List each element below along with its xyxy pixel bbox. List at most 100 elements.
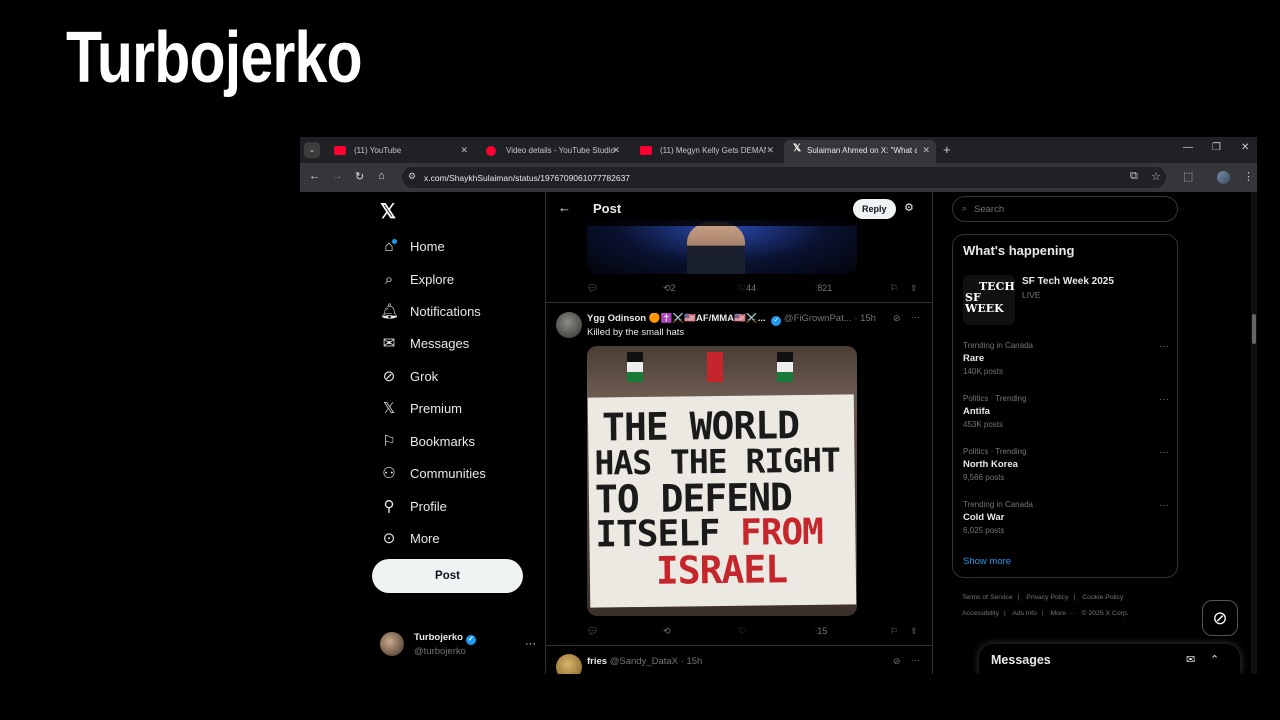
extensions-icon[interactable]: ⬚ <box>1183 170 1193 183</box>
views-icon[interactable]: ⫶ 821 <box>815 283 832 294</box>
search-input[interactable]: ⌕ Search <box>952 196 1178 222</box>
new-tab-icon[interactable]: + <box>943 142 951 157</box>
footer-link-accessibility[interactable]: Accessibility <box>962 610 999 617</box>
window-close-icon[interactable]: ✕ <box>1241 142 1249 153</box>
share-icon[interactable]: ⇪ <box>910 626 918 637</box>
nav-grok[interactable]: ⊘ Grok <box>380 364 438 388</box>
avatar[interactable] <box>556 312 582 338</box>
bookmark-icon[interactable]: ⚐ <box>890 626 898 637</box>
address-bar[interactable]: ⚙ x.com/ShaykhSulaiman/status/1976709061… <box>402 167 1166 188</box>
forward-icon[interactable]: → <box>332 170 343 182</box>
nav-bookmarks[interactable]: ⚐ Bookmarks <box>380 429 475 453</box>
tweet-author-handle[interactable]: @FiGrownPat... <box>784 313 852 324</box>
nav-label: Grok <box>410 368 439 384</box>
like-icon[interactable]: ♡ <box>738 626 746 637</box>
more-dots-icon[interactable]: ··· <box>1159 394 1169 405</box>
trend-item[interactable]: Trending in Canada Cold War 6,025 posts … <box>963 500 1169 544</box>
tweet-timestamp[interactable]: · 15h <box>681 656 703 667</box>
reply-icon[interactable]: 💬︎ <box>587 283 598 294</box>
tweet-author-handle[interactable]: @Sandy_DataX <box>610 656 678 667</box>
tab-megyn-kelly[interactable]: (11) Megyn Kelly Gets DEMANDED ✕ <box>630 140 780 163</box>
trend-item[interactable]: Trending in Canada Rare 140K posts ··· <box>963 341 1169 385</box>
back-icon[interactable]: ← <box>309 170 320 182</box>
scrollbar-thumb[interactable] <box>1252 314 1256 344</box>
grok-button[interactable]: ⊘ <box>1202 600 1238 636</box>
reply-icon[interactable]: 💬︎ <box>587 626 598 637</box>
bookmark-star-icon[interactable]: ☆ <box>1151 170 1161 183</box>
tab-youtube[interactable]: (11) YouTube ✕ <box>324 140 474 163</box>
close-icon[interactable]: ✕ <box>612 145 620 156</box>
profile-avatar[interactable] <box>1217 171 1230 184</box>
previous-tweet-image[interactable] <box>587 220 857 274</box>
show-more-link[interactable]: Show more <box>963 556 1011 567</box>
footer-link-ads-info[interactable]: Ads info <box>1012 610 1037 617</box>
nav-premium[interactable]: 𝕏 Premium <box>380 396 462 420</box>
tweet-header: fries @Sandy_DataX · 15h <box>587 656 702 667</box>
nav-notifications[interactable]: 🔔︎ Notifications <box>380 299 481 323</box>
more-dots-icon[interactable]: ··· <box>911 312 920 322</box>
more-dots-icon[interactable]: ··· <box>525 638 536 650</box>
retweet-icon[interactable]: ⟲ <box>663 626 671 637</box>
post-button[interactable]: Post <box>372 559 523 593</box>
back-arrow-icon[interactable]: ← <box>558 200 571 215</box>
reload-icon[interactable]: ↻ <box>355 170 364 183</box>
messages-drawer[interactable]: Messages ✉ ⌃ <box>979 644 1240 674</box>
views-icon[interactable]: ⫶ 15 <box>815 626 827 637</box>
tweet-image[interactable]: THE WORLD HAS THE RIGHT TO DEFEND ITSELF… <box>587 346 857 616</box>
nav-more[interactable]: ⊙ More <box>380 526 440 550</box>
close-icon[interactable]: ✕ <box>460 145 468 156</box>
page-scrollbar[interactable] <box>1251 192 1257 674</box>
footer-link-privacy[interactable]: Privacy Policy <box>1026 594 1068 601</box>
tab-youtube-studio[interactable]: Video details - YouTube Studio ✕ <box>476 140 626 163</box>
footer-link-terms[interactable]: Terms of Service <box>962 594 1013 601</box>
notification-dot <box>392 238 397 244</box>
trend-item[interactable]: Politics · Trending North Korea 9,566 po… <box>963 447 1169 491</box>
tweet-timestamp[interactable]: · 15h <box>854 313 876 324</box>
x-logo-icon[interactable]: 𝕏 <box>380 199 396 224</box>
trend-item[interactable]: Politics · Trending Antifa 453K posts ··… <box>963 394 1169 438</box>
more-dots-icon[interactable]: ··· <box>911 655 920 665</box>
more-dots-icon[interactable]: ··· <box>1159 500 1169 511</box>
tab-search-button[interactable]: ⌄ <box>304 142 320 158</box>
tab-x-post[interactable]: 𝕏 Sulaiman Ahmed on X: "What a ✕ <box>784 140 936 163</box>
channel-title: Turbojerko <box>66 18 363 98</box>
share-icon[interactable]: ⇪ <box>910 283 918 294</box>
nav-home[interactable]: ⌂ Home <box>380 234 444 258</box>
more-dots-icon[interactable]: ··· <box>1159 341 1169 352</box>
close-icon[interactable]: ✕ <box>922 145 930 156</box>
like-icon[interactable]: ♡ 44 <box>738 283 756 294</box>
account-switcher[interactable]: Turbojerko ✓ @turbojerko ··· <box>380 632 540 662</box>
home-icon[interactable]: ⌂ <box>378 170 385 182</box>
nav-profile[interactable]: ⚲ Profile <box>380 494 447 518</box>
minimize-icon[interactable]: — <box>1183 142 1193 153</box>
nav-messages[interactable]: ✉ Messages <box>380 331 470 355</box>
tab-title: Sulaiman Ahmed on X: "What a <box>807 146 917 155</box>
avatar[interactable] <box>556 654 582 674</box>
event-thumbnail[interactable]: TECH SF WEEK <box>963 275 1015 325</box>
expand-chevron-icon[interactable]: ⌃ <box>1210 653 1219 666</box>
grok-icon[interactable]: ⊘ <box>893 313 901 324</box>
menu-kebab-icon[interactable]: ⋮ <box>1243 170 1254 183</box>
site-info-icon[interactable]: ⚙ <box>408 171 416 182</box>
retweet-icon[interactable]: ⟲ 2 <box>663 283 676 294</box>
new-message-icon[interactable]: ✉ <box>1186 653 1195 666</box>
more-dots-icon[interactable]: ··· <box>1159 447 1169 458</box>
sign-line: THE WORLD <box>601 403 800 450</box>
tweet-author-name[interactable]: fries <box>587 656 607 667</box>
nav-label: Bookmarks <box>410 433 476 449</box>
nav-communities[interactable]: ⚇ Communities <box>380 461 486 485</box>
install-app-icon[interactable]: ⧉ <box>1130 170 1138 183</box>
restore-icon[interactable]: ❐ <box>1212 142 1221 153</box>
tweet-author-name[interactable]: Ygg Odinson 🟠✝️⚔️🇺🇸AF/MMA🇺🇸⚔️... <box>587 313 766 324</box>
reply-button[interactable]: Reply <box>853 199 896 219</box>
nav-explore[interactable]: ⌕ Explore <box>380 267 454 291</box>
tab-strip: ⌄ (11) YouTube ✕ Video details - YouTube… <box>300 137 1257 163</box>
person-photo <box>687 222 745 274</box>
event-name[interactable]: SF Tech Week 2025 <box>1022 276 1114 287</box>
footer-link-cookies[interactable]: Cookie Policy <box>1082 594 1123 601</box>
reply-settings-icon[interactable]: ⚙ <box>904 201 914 214</box>
close-icon[interactable]: ✕ <box>766 145 774 156</box>
bookmark-icon[interactable]: ⚐ <box>890 283 898 294</box>
grok-icon[interactable]: ⊘ <box>893 656 901 667</box>
footer-link-more[interactable]: More ··· <box>1051 610 1075 617</box>
